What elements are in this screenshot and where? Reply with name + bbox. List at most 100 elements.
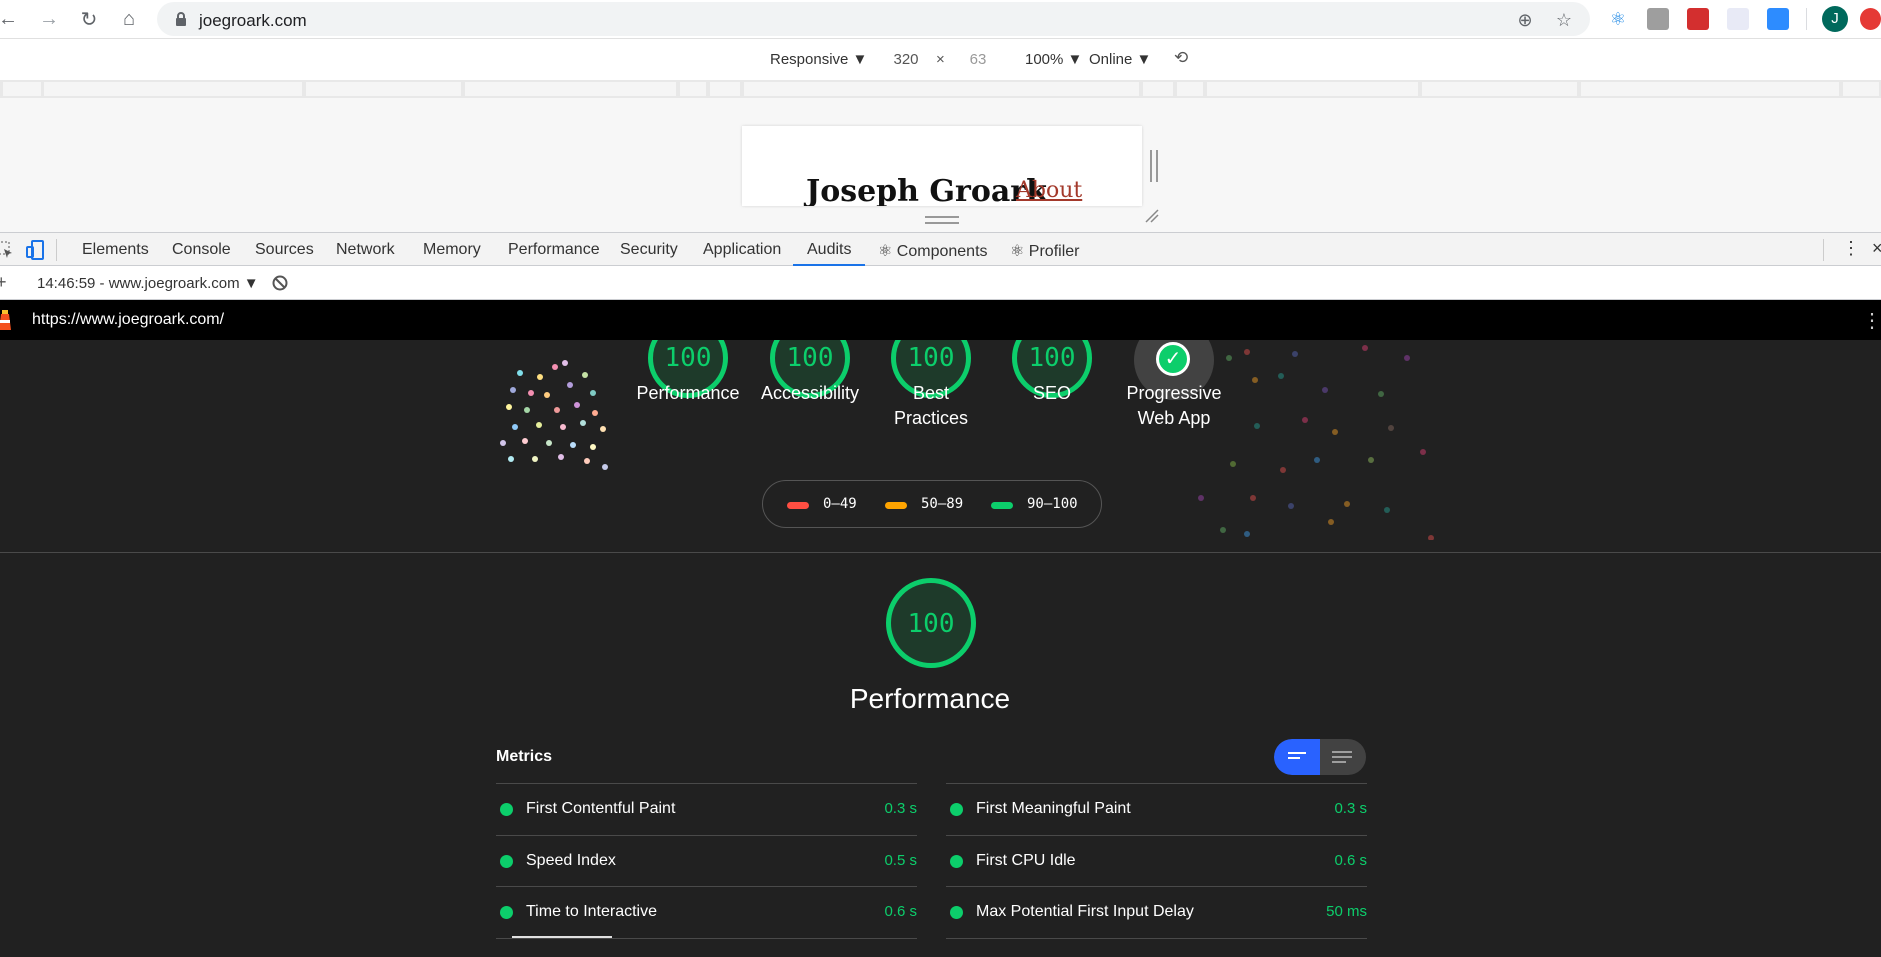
- device-toggle-icon[interactable]: [26, 240, 44, 260]
- ruler-segment[interactable]: [465, 82, 676, 96]
- pass-indicator: [950, 803, 963, 816]
- lock-icon: [176, 12, 186, 26]
- device-mode-select[interactable]: Responsive ▼: [770, 51, 867, 68]
- metric-row: Speed Index 0.5 s: [496, 835, 917, 886]
- extension-dark-icon[interactable]: [1727, 8, 1749, 30]
- device-viewport: Joseph Groark About: [0, 98, 1881, 232]
- tab-sources[interactable]: Sources: [255, 241, 314, 259]
- metric-row: First CPU Idle 0.6 s: [946, 835, 1367, 886]
- toggle-line: [1332, 761, 1346, 763]
- report-url: https://www.joegroark.com/: [32, 311, 225, 328]
- lighthouse-topbar: https://www.joegroark.com/ ⋮: [0, 300, 1881, 340]
- toggle-line: [1288, 752, 1306, 754]
- zoom-extension-icon[interactable]: [1767, 8, 1789, 30]
- gauge-score: 100: [664, 343, 712, 373]
- tab-console[interactable]: Console: [172, 241, 231, 259]
- resize-handle-bottom[interactable]: [925, 216, 959, 224]
- ruler-segment[interactable]: [44, 82, 302, 96]
- extension-icon[interactable]: [1647, 8, 1669, 30]
- ruler-segment[interactable]: [3, 82, 41, 96]
- home-icon[interactable]: ⌂: [115, 6, 143, 32]
- toggle-line: [1332, 756, 1352, 758]
- metric-label: Speed Index: [526, 852, 616, 869]
- tab-audits[interactable]: Audits: [807, 241, 851, 259]
- react-devtools-icon[interactable]: ⚛: [1607, 8, 1629, 30]
- tab-profiler[interactable]: ⚛ Profiler: [1010, 241, 1079, 261]
- audit-run-select[interactable]: 14:46:59 - www.joegroark.com ▼: [37, 275, 259, 292]
- ruler-segment[interactable]: [1143, 82, 1173, 96]
- metric-value: 50 ms: [1326, 903, 1367, 920]
- metric-row: Time to Interactive 0.6 s: [496, 886, 917, 937]
- section-divider: [0, 552, 1881, 553]
- ruler-segment[interactable]: [1422, 82, 1577, 96]
- toggle-line: [1332, 751, 1352, 753]
- address-bar[interactable]: joegroark.com ⊕ ☆: [157, 2, 1590, 36]
- compact-view-button[interactable]: [1274, 739, 1320, 775]
- height-input[interactable]: 63: [949, 48, 1007, 72]
- tab-security[interactable]: Security: [620, 241, 678, 259]
- metrics-title: Metrics: [496, 748, 553, 765]
- network-throttle-select[interactable]: Online ▼: [1089, 51, 1151, 68]
- legend-swatch-pass: [991, 502, 1013, 509]
- lighthouse-logo-icon: [0, 310, 11, 330]
- gauge-score: 100: [907, 343, 955, 373]
- resize-handle-right[interactable]: [1150, 150, 1158, 182]
- ruler-segment[interactable]: [680, 82, 706, 96]
- tab-application[interactable]: Application: [703, 241, 781, 259]
- avatar[interactable]: J: [1822, 6, 1848, 32]
- tab-components[interactable]: ⚛ Components: [878, 241, 988, 261]
- metric-value: 0.5 s: [884, 852, 917, 869]
- metric-label: First Meaningful Paint: [976, 800, 1131, 817]
- more-options-icon[interactable]: ⋮: [1842, 238, 1860, 259]
- metric-row-divider: [496, 936, 917, 957]
- ruler-segment[interactable]: [710, 82, 740, 96]
- rotate-icon[interactable]: ⟲: [1174, 48, 1188, 68]
- inspect-element-icon[interactable]: [0, 241, 14, 259]
- extension-red-icon[interactable]: [1687, 8, 1709, 30]
- tab-memory[interactable]: Memory: [423, 241, 481, 259]
- tab-divider: [1823, 239, 1824, 261]
- back-icon[interactable]: ←: [0, 6, 22, 32]
- tab-elements[interactable]: Elements: [82, 241, 149, 259]
- ruler-segment[interactable]: [1177, 82, 1203, 96]
- metric-row-divider: [946, 938, 1367, 957]
- ruler-segment[interactable]: [744, 82, 1139, 96]
- toolbar-divider: [1806, 8, 1807, 30]
- tab-performance[interactable]: Performance: [508, 241, 600, 259]
- width-input[interactable]: 320: [877, 48, 935, 72]
- metric-value: 0.3 s: [1334, 800, 1367, 817]
- pass-indicator: [950, 855, 963, 868]
- extension-badge-icon[interactable]: [1860, 8, 1881, 30]
- forward-icon[interactable]: →: [35, 6, 63, 32]
- gauge-score: 100: [1028, 343, 1076, 373]
- new-audit-icon[interactable]: +: [0, 272, 7, 293]
- ruler-segment[interactable]: [306, 82, 461, 96]
- clear-icon[interactable]: [272, 275, 288, 291]
- resize-corner-icon[interactable]: [1144, 208, 1160, 224]
- tab-network[interactable]: Network: [336, 241, 395, 259]
- browser-toolbar: ← → ↻ ⌂ joegroark.com ⊕ ☆ ⚛ J: [0, 0, 1881, 38]
- toggle-line: [1288, 757, 1300, 759]
- zoom-plus-icon[interactable]: ⊕: [1515, 10, 1535, 30]
- report-menu-icon[interactable]: ⋮: [1862, 308, 1881, 333]
- ruler-segment[interactable]: [1581, 82, 1839, 96]
- about-link[interactable]: About: [1016, 178, 1082, 203]
- bookmark-star-icon[interactable]: ☆: [1554, 10, 1574, 30]
- performance-gauge: 100: [886, 578, 976, 668]
- close-devtools-icon[interactable]: ×: [1872, 238, 1881, 259]
- zoom-select[interactable]: 100% ▼: [1025, 51, 1082, 68]
- metric-label: Time to Interactive: [526, 903, 658, 920]
- metrics-view-toggle[interactable]: [1274, 739, 1366, 775]
- gauge-label: Progressive Web App: [1126, 383, 1222, 428]
- ruler-segment[interactable]: [1843, 82, 1879, 96]
- gauge-score: 100: [786, 343, 834, 373]
- ruler-segment[interactable]: [1207, 82, 1418, 96]
- metric-row: First Contentful Paint 0.3 s: [496, 783, 917, 834]
- metric-row: Max Potential First Input Delay 50 ms: [946, 886, 1367, 937]
- media-query-ruler: [0, 80, 1881, 98]
- check-icon: ✓: [1156, 342, 1190, 376]
- confetti-left-decoration: [500, 360, 608, 470]
- metric-label: Max Potential First Input Delay: [976, 903, 1194, 920]
- metric-row: First Meaningful Paint 0.3 s: [946, 783, 1367, 834]
- reload-icon[interactable]: ↻: [75, 6, 103, 32]
